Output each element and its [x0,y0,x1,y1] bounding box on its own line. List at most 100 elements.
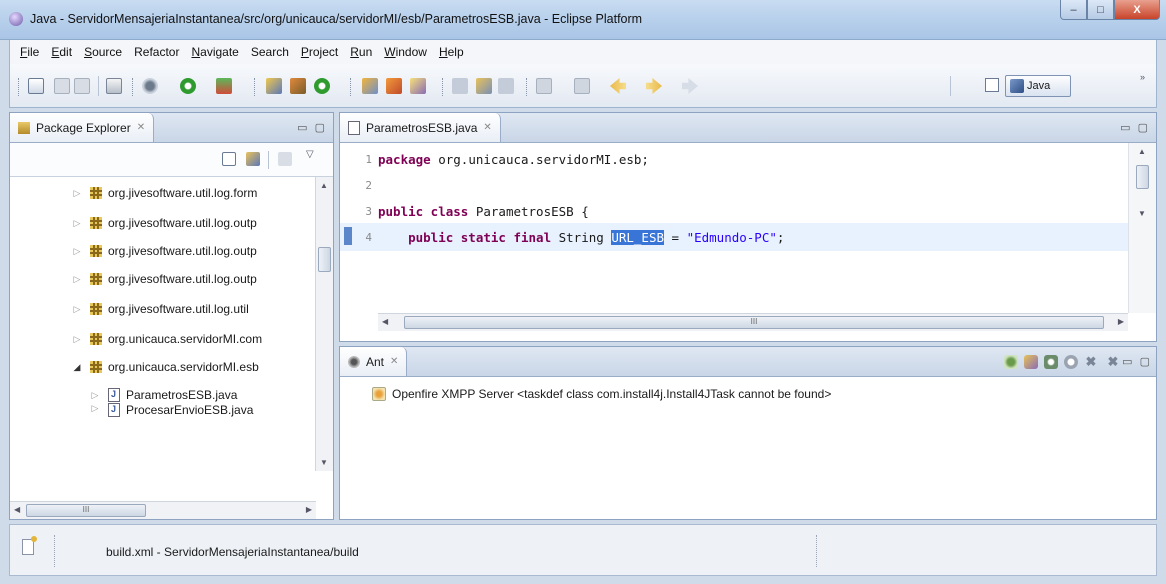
code-area[interactable]: 1 package org.unicauca.servidorMI.esb; 2 … [340,143,1128,313]
scroll-thumb[interactable] [1136,165,1149,189]
toolbar-overflow-icon[interactable]: » [1140,72,1145,82]
toggle-mark-occurrences-icon[interactable] [452,78,468,94]
view-minmax-icons[interactable]: ▭ ▢ [1122,355,1152,368]
title-bar: Java - ServidorMensajeriaInstantanea/src… [0,0,1166,40]
horizontal-scrollbar[interactable]: ◀ III ▶ [378,313,1128,331]
scroll-up-icon[interactable]: ▲ [320,181,328,190]
java-file-icon [108,403,120,417]
save-all-icon[interactable] [74,78,90,94]
scroll-thumb[interactable]: III [404,316,1104,329]
tree-item[interactable]: ◢ org.unicauca.servidorMI.esb [10,353,316,381]
add-buildfile-icon[interactable] [1004,355,1018,369]
menu-file[interactable]: File [14,45,45,59]
menu-source[interactable]: Source [78,45,128,59]
toolbar-grip [254,78,257,96]
tree-item[interactable]: ▷ org.jivesoftware.util.log.outp [10,265,316,293]
next-annotation-icon[interactable] [536,78,552,94]
tree-item[interactable]: ▷ org.jivesoftware.util.log.form [10,179,316,207]
menu-project[interactable]: Project [295,45,344,59]
scroll-right-icon[interactable]: ▶ [306,505,312,514]
scroll-down-icon[interactable]: ▼ [1138,209,1146,218]
hide-internal-targets-icon[interactable] [1064,355,1078,369]
toolbar-grip [132,78,135,96]
forward-icon[interactable] [646,78,662,94]
tab-ant[interactable]: Ant ✕ [340,347,408,377]
expand-icon[interactable]: ▷ [72,218,82,229]
expand-icon[interactable]: ▷ [90,390,100,401]
collapse-all-icon[interactable] [222,152,236,166]
view-minmax-icons[interactable]: ▭ ▢ [1120,121,1150,134]
scroll-down-icon[interactable]: ▼ [320,458,328,467]
open-perspective-icon[interactable] [985,78,999,92]
close-tab-icon[interactable]: ✕ [137,122,145,133]
last-edit-location-icon[interactable] [682,78,698,94]
expand-icon[interactable]: ▷ [72,188,82,199]
expand-icon[interactable]: ▷ [72,334,82,345]
save-icon[interactable] [54,78,70,94]
package-explorer-icon [18,121,30,134]
annotation-icon[interactable] [476,78,492,94]
new-icon[interactable] [28,78,44,94]
view-menu-icon[interactable]: ▽ [306,149,314,160]
new-class-icon[interactable] [314,78,330,94]
expand-icon[interactable]: ▷ [90,403,100,414]
scroll-up-icon[interactable]: ▲ [1138,147,1146,156]
new-java-project-icon[interactable] [266,78,282,94]
tree-item[interactable]: ▷ org.jivesoftware.util.log.outp [10,237,316,265]
view-minmax-icons[interactable]: ▭ ▢ [297,121,327,134]
new-package-icon[interactable] [290,78,306,94]
java-file-icon [348,120,360,135]
run-target-icon[interactable] [1044,355,1058,369]
tab-parametros-esb[interactable]: ParametrosESB.java ✕ [340,113,501,143]
back-icon[interactable] [610,78,626,94]
menu-edit[interactable]: Edit [45,45,78,59]
link-with-editor-icon[interactable] [246,152,260,166]
minimize-button[interactable]: – [1060,0,1087,20]
menu-window[interactable]: Window [378,45,433,59]
expand-icon[interactable]: ▷ [72,274,82,285]
tab-package-explorer[interactable]: Package Explorer ✕ [10,113,155,143]
run-icon[interactable] [180,78,196,94]
close-tab-icon[interactable]: ✕ [483,122,491,133]
horizontal-scrollbar[interactable]: ◀ III ▶ [10,501,316,519]
collapse-icon[interactable]: ◢ [72,362,82,373]
scroll-thumb[interactable]: III [26,504,146,517]
search-icon[interactable] [410,78,426,94]
previous-annotation-icon[interactable] [574,78,590,94]
maximize-button[interactable]: □ [1087,0,1114,20]
vertical-scrollbar[interactable]: ▲ ▼ [315,177,333,471]
vertical-scrollbar[interactable]: ▲ ▼ [1128,143,1156,313]
add-buildfiles-search-icon[interactable] [1024,355,1038,369]
scroll-left-icon[interactable]: ◀ [382,317,388,326]
menu-refactor[interactable]: Refactor [128,45,185,59]
status-text: build.xml - ServidorMensajeriaInstantane… [106,545,359,559]
expand-icon[interactable]: ▷ [72,304,82,315]
remove-all-icon[interactable]: ✖ [1106,355,1120,369]
menu-help[interactable]: Help [433,45,470,59]
expand-icon[interactable]: ▷ [72,246,82,257]
show-whitespace-icon[interactable] [498,78,514,94]
print-icon[interactable] [106,78,122,94]
open-task-icon[interactable] [386,78,402,94]
close-tab-icon[interactable]: ✕ [390,356,398,367]
tree-item[interactable]: ▷ org.jivesoftware.util.log.util [10,295,316,323]
tree-item[interactable]: ▷ProcesarEnvioESB.java [10,403,316,417]
java-perspective-button[interactable]: Java [1005,75,1071,97]
tree-item[interactable]: ▷ org.jivesoftware.util.log.outp [10,209,316,237]
package-tree: ▷ org.jivesoftware.util.log.form ▷ org.jiv… [10,177,316,489]
open-type-icon[interactable] [362,78,378,94]
external-tools-icon[interactable] [216,78,232,94]
scroll-right-icon[interactable]: ▶ [1118,317,1124,326]
close-button[interactable]: X [1114,0,1160,20]
window-title: Java - ServidorMensajeriaInstantanea/src… [30,12,643,26]
debug-icon[interactable] [142,78,158,94]
remove-icon[interactable]: ✖ [1084,355,1098,369]
tree-item[interactable]: ▷ org.unicauca.servidorMI.com [10,325,316,353]
scroll-thumb[interactable] [318,247,331,272]
ant-buildfile-entry[interactable]: Openfire XMPP Server <taskdef class com.… [372,387,831,401]
menu-search[interactable]: Search [245,45,295,59]
focus-icon[interactable] [278,152,292,166]
menu-run[interactable]: Run [344,45,378,59]
scroll-left-icon[interactable]: ◀ [14,505,20,514]
menu-navigate[interactable]: Navigate [185,45,244,59]
